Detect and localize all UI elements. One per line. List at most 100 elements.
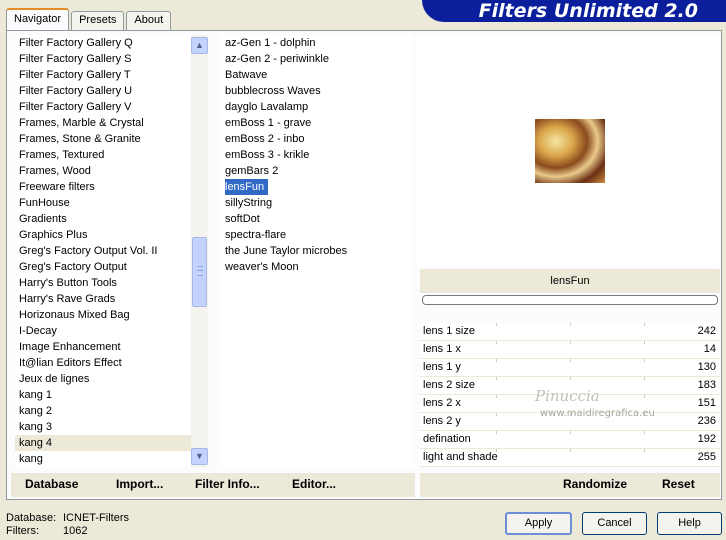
parameter-value: 183 <box>697 379 716 391</box>
slider-tick <box>644 341 645 344</box>
category-item[interactable]: Filter Factory Gallery U <box>15 83 191 99</box>
category-item[interactable]: Graphics Plus <box>15 227 191 243</box>
parameter-label: lens 1 x <box>423 343 461 355</box>
category-item[interactable]: Frames, Textured <box>15 147 191 163</box>
category-item[interactable]: Greg's Factory Output <box>15 259 191 275</box>
category-item[interactable]: Image Enhancement <box>15 339 191 355</box>
database-button[interactable]: Database <box>25 477 78 491</box>
filter-item[interactable]: bubblecross Waves <box>221 83 413 99</box>
filter-item[interactable]: emBoss 1 - grave <box>221 115 413 131</box>
scroll-thumb[interactable] <box>192 237 207 307</box>
cancel-button[interactable]: Cancel <box>582 512 647 535</box>
parameter-value: 236 <box>697 415 716 427</box>
watermark-url: www.maidiregrafica.eu <box>540 408 655 419</box>
filter-item[interactable]: az-Gen 2 - periwinkle <box>221 51 413 67</box>
category-item[interactable]: Freeware filters <box>15 179 191 195</box>
filter-item[interactable]: lensFun <box>221 179 413 195</box>
category-scrollbar[interactable]: ▲ ▼ <box>191 35 208 467</box>
parameter-label: lens 2 x <box>423 397 461 409</box>
slider-tick <box>496 431 497 434</box>
category-item[interactable]: Frames, Marble & Crystal <box>15 115 191 131</box>
parameter-slider[interactable]: lens 1 x 14 <box>420 341 720 359</box>
category-item[interactable]: kang <box>15 451 191 467</box>
filter-item[interactable]: sillyString <box>221 195 413 211</box>
app-title: Filters Unlimited 2.0 <box>478 0 698 22</box>
filter-item-label: az-Gen 2 - periwinkle <box>225 53 329 65</box>
database-label: Database: <box>6 512 57 524</box>
category-item[interactable]: kang 2 <box>15 403 191 419</box>
filter-item-label: emBoss 1 - grave <box>225 117 312 129</box>
filter-item[interactable]: emBoss 2 - inbo <box>221 131 413 147</box>
parameter-label: lens 1 y <box>423 361 461 373</box>
tab-navigator[interactable]: Navigator <box>6 8 70 30</box>
category-item[interactable]: kang 4 <box>15 435 191 451</box>
import-button[interactable]: Import... <box>116 477 163 491</box>
randomize-button[interactable]: Randomize <box>563 477 627 491</box>
scroll-down-button[interactable]: ▼ <box>191 448 208 465</box>
filter-item-label: weaver's Moon <box>225 261 299 273</box>
category-list[interactable]: Filter Factory Gallery Q Filter Factory G… <box>15 35 191 467</box>
filter-info-button[interactable]: Filter Info... <box>195 477 260 491</box>
category-item[interactable]: I-Decay <box>15 323 191 339</box>
category-item[interactable]: Harry's Button Tools <box>15 275 191 291</box>
slider-tick <box>644 449 645 452</box>
parameter-label: lens 2 size <box>423 379 475 391</box>
slider-tick <box>570 323 571 326</box>
category-item[interactable]: Filter Factory Gallery T <box>15 67 191 83</box>
filter-item[interactable]: gemBars 2 <box>221 163 413 179</box>
category-item[interactable]: Filter Factory Gallery Q <box>15 35 191 51</box>
parameter-slider[interactable]: lens 1 size 242 <box>420 323 720 341</box>
filter-item[interactable]: Batwave <box>221 67 413 83</box>
slider-tick <box>496 341 497 344</box>
filter-item[interactable]: az-Gen 1 - dolphin <box>221 35 413 51</box>
parameter-slider[interactable]: light and shade 255 <box>420 449 720 467</box>
filter-item-label: Batwave <box>225 69 268 81</box>
database-value: ICNET-Filters <box>63 512 129 524</box>
category-item[interactable]: Harry's Rave Grads <box>15 291 191 307</box>
scroll-up-button[interactable]: ▲ <box>191 37 208 54</box>
help-button[interactable]: Help <box>657 512 722 535</box>
category-item[interactable]: Filter Factory Gallery S <box>15 51 191 67</box>
slider-tick <box>570 341 571 344</box>
filter-item-label: emBoss 2 - inbo <box>225 133 305 145</box>
filters-label: Filters: <box>6 525 39 537</box>
filter-item[interactable]: weaver's Moon <box>221 259 413 275</box>
apply-button[interactable]: Apply <box>505 512 572 535</box>
category-item[interactable]: Horizonaus Mixed Bag <box>15 307 191 323</box>
parameter-value: 14 <box>703 343 716 355</box>
watermark-name: Pinuccia <box>535 387 600 405</box>
filter-item-label: softDot <box>225 213 260 225</box>
parameter-slider[interactable]: defination 192 <box>420 431 720 449</box>
tab-about[interactable]: About <box>126 11 172 30</box>
slider-tick <box>644 323 645 326</box>
category-item[interactable]: Filter Factory Gallery V <box>15 99 191 115</box>
category-item[interactable]: It@lian Editors Effect <box>15 355 191 371</box>
parameter-value: 151 <box>697 397 716 409</box>
category-item[interactable]: Gradients <box>15 211 191 227</box>
category-item[interactable]: FunHouse <box>15 195 191 211</box>
reset-button[interactable]: Reset <box>662 477 695 491</box>
filter-list[interactable]: az-Gen 1 - dolphin az-Gen 2 - periwinkle B… <box>221 35 413 467</box>
category-item[interactable]: kang 1 <box>15 387 191 403</box>
editor-button[interactable]: Editor... <box>292 477 336 491</box>
filter-item[interactable]: the June Taylor microbes <box>221 243 413 259</box>
slider-tick <box>496 377 497 380</box>
category-item[interactable]: kang 3 <box>15 419 191 435</box>
category-item[interactable]: Frames, Stone & Granite <box>15 131 191 147</box>
filter-item[interactable]: dayglo Lavalamp <box>221 99 413 115</box>
filters-count: 1062 <box>63 525 88 537</box>
slider-tick <box>644 377 645 380</box>
slider-tick <box>570 359 571 362</box>
category-item[interactable]: Frames, Wood <box>15 163 191 179</box>
filter-item[interactable]: spectra-flare <box>221 227 413 243</box>
category-item[interactable]: Jeux de lignes <box>15 371 191 387</box>
filter-item-label: spectra-flare <box>225 229 287 241</box>
preview-area <box>417 35 719 267</box>
category-item[interactable]: Greg's Factory Output Vol. II <box>15 243 191 259</box>
slider-tick <box>644 395 645 398</box>
tab-presets[interactable]: Presets <box>71 11 125 30</box>
filter-item[interactable]: softDot <box>221 211 413 227</box>
tab-strip: Navigator Presets About <box>6 8 173 30</box>
filter-item[interactable]: emBoss 3 - krikle <box>221 147 413 163</box>
parameter-slider[interactable]: lens 1 y 130 <box>420 359 720 377</box>
